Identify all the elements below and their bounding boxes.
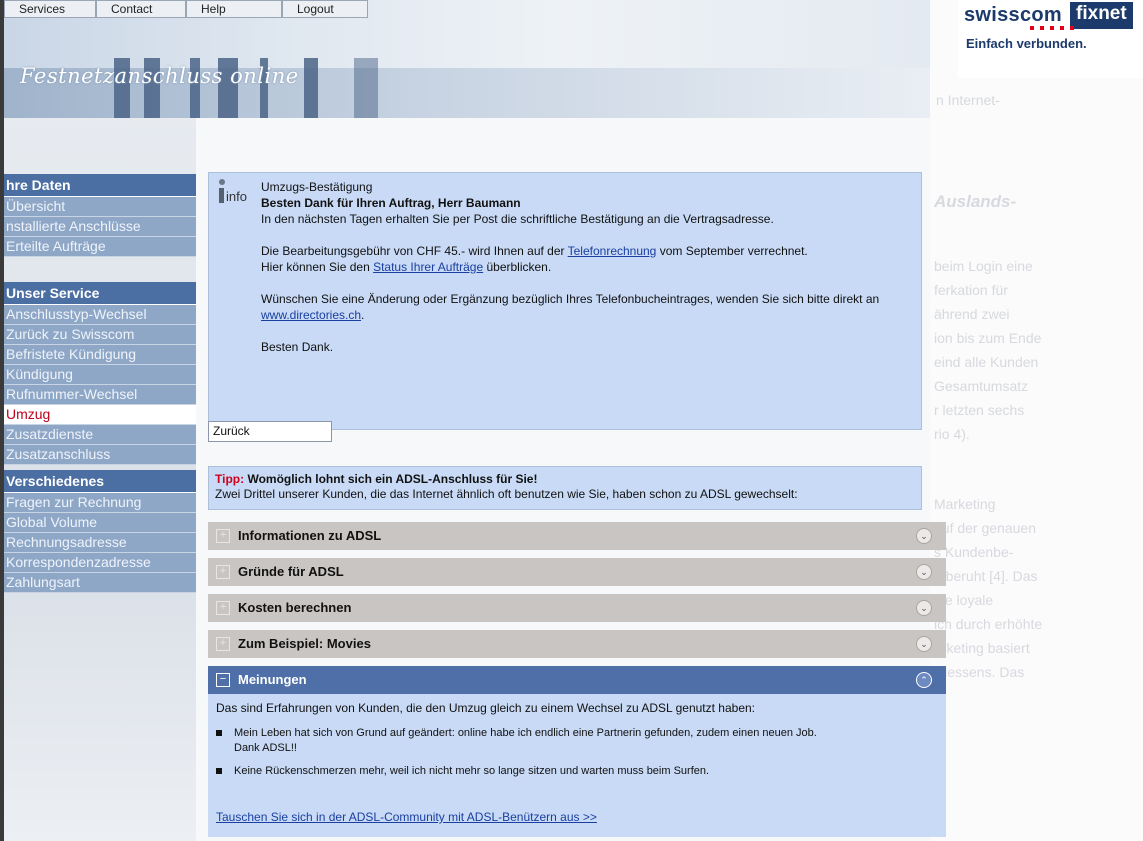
sidebar-item-billing-address[interactable]: Rechnungsadresse — [4, 533, 196, 553]
sidebar: hre Daten Übersicht nstallierte Anschlüs… — [4, 118, 196, 841]
collapse-icon: − — [216, 673, 230, 687]
sidebar-item-payment-method[interactable]: Zahlungsart — [4, 573, 196, 593]
sidebar-group-misc: Verschiedenes Fragen zur Rechnung Global… — [4, 470, 196, 593]
chevron-down-icon: ⌄ — [916, 636, 932, 652]
accordion-label: Kosten berechnen — [238, 600, 352, 615]
ghost-text: Gesamtumsatz — [934, 378, 1029, 394]
ghost-text: wiessens. Das — [934, 664, 1025, 680]
sidebar-group-service: Unser Service Anschlusstyp-Wechsel Zurüc… — [4, 282, 196, 465]
ghost-text: n beruht [4]. Das — [934, 568, 1038, 584]
directories-link[interactable]: www.directories.ch — [261, 308, 361, 322]
sidebar-item-temporary-cancellation[interactable]: Befristete Kündigung — [4, 345, 196, 365]
accordion-opinions[interactable]: − Meinungen ⌃ — [208, 666, 946, 694]
banner-decor — [304, 58, 318, 118]
opinions-intro: Das sind Erfahrungen von Kunden, die den… — [216, 701, 755, 715]
ghost-text: arketing basiert — [934, 640, 1030, 656]
chevron-down-icon: ⌄ — [916, 528, 932, 544]
chevron-up-icon: ⌃ — [916, 672, 932, 688]
sidebar-item-billing-questions[interactable]: Fragen zur Rechnung — [4, 493, 196, 513]
sidebar-item-move[interactable]: Umzug — [4, 405, 196, 425]
ghost-text: ferkation für — [934, 282, 1008, 298]
logo-tagline: Einfach verbunden. — [966, 36, 1087, 51]
opinions-list: Mein Leben hat sich von Grund auf geände… — [216, 726, 826, 787]
chevron-down-icon: ⌄ — [916, 600, 932, 616]
chevron-down-icon: ⌄ — [916, 564, 932, 580]
expand-icon: + — [216, 565, 230, 579]
accordion-cost-calculator[interactable]: + Kosten berechnen ⌄ — [208, 594, 946, 622]
closing-text: Besten Dank. — [261, 340, 334, 354]
expand-icon: + — [216, 601, 230, 615]
expand-icon: + — [216, 637, 230, 651]
confirmation-heading: Umzugs-Bestätigung — [261, 180, 373, 194]
ghost-text: Marketing — [934, 496, 996, 512]
sidebar-item-installed-connections[interactable]: nstallierte Anschlüsse — [4, 217, 196, 237]
accordion-label: Meinungen — [238, 672, 307, 687]
adsl-tip-panel: Tipp: Womöglich lohnt sich ein ADSL-Ansc… — [208, 466, 922, 510]
back-button[interactable]: Zurück — [208, 421, 332, 442]
expand-icon: + — [216, 529, 230, 543]
accordion-label: Zum Beispiel: Movies — [238, 636, 371, 651]
confirmation-text: Umzugs-Bestätigung Besten Dank für Ihren… — [261, 179, 911, 355]
background-magazine-text: n Internet- Auslands- beim Login eine fe… — [930, 0, 1143, 841]
confirmation-thanks: Besten Dank für Ihren Auftrag, Herr Baum… — [261, 196, 521, 210]
sidebar-group-title: Unser Service — [4, 282, 196, 305]
phone-bill-link[interactable]: Telefonrechnung — [568, 244, 657, 258]
move-confirmation-panel: info Umzugs-Bestätigung Besten Dank für … — [208, 172, 922, 430]
accordion-movies-example[interactable]: + Zum Beispiel: Movies ⌄ — [208, 630, 946, 658]
list-item: Keine Rückenschmerzen mehr, weil ich nic… — [216, 764, 826, 779]
directory-paragraph: Wünschen Sie eine Änderung oder Ergänzun… — [261, 292, 880, 322]
list-item: Mein Leben hat sich von Grund auf geände… — [216, 726, 826, 756]
sidebar-item-overview[interactable]: Übersicht — [4, 197, 196, 217]
top-navigation: Services Contact Help Logout — [4, 0, 368, 18]
accordion-adsl-reasons[interactable]: + Gründe für ADSL ⌄ — [208, 558, 946, 586]
nav-contact-link[interactable]: Contact — [96, 0, 186, 18]
sidebar-group-title: hre Daten — [4, 174, 196, 197]
sidebar-item-connection-type-change[interactable]: Anschlusstyp-Wechsel — [4, 305, 196, 325]
logo-bars — [1030, 26, 1080, 30]
status-paragraph: Hier können Sie den Status Ihrer Aufträg… — [261, 260, 552, 274]
tip-headline: Womöglich lohnt sich ein ADSL-Anschluss … — [247, 472, 538, 486]
fee-paragraph: Die Bearbeitungsgebühr von CHF 45.- wird… — [261, 244, 808, 258]
sidebar-item-additional-connection[interactable]: Zusatzanschluss — [4, 445, 196, 465]
main-content: info Umzugs-Bestätigung Besten Dank für … — [196, 118, 946, 841]
ghost-text: ich durch erhöhte — [934, 616, 1043, 632]
ghost-text: Auslands- — [934, 192, 1017, 211]
sidebar-group-data: hre Daten Übersicht nstallierte Anschlüs… — [4, 174, 196, 257]
sidebar-item-correspondence-address[interactable]: Korrespondenzadresse — [4, 553, 196, 573]
ghost-text: ährend zwei — [934, 306, 1010, 322]
nav-help-link[interactable]: Help — [186, 0, 282, 18]
tip-label: Tipp: — [215, 472, 245, 486]
swisscom-fixnet-logo: swisscom fixnet Einfach verbunden. — [958, 0, 1143, 78]
accordion-label: Informationen zu ADSL — [238, 528, 382, 543]
tip-text: Zwei Drittel unserer Kunden, die das Int… — [215, 487, 798, 501]
ghost-text: eind alle Kunden — [934, 354, 1039, 370]
ghost-text: n Internet- — [936, 92, 1000, 108]
sidebar-group-title: Verschiedenes — [4, 470, 196, 493]
app-title: Festnetzanschluss online — [20, 64, 299, 88]
banner-decor — [354, 58, 378, 118]
nav-services-link[interactable]: Services — [4, 0, 96, 18]
sidebar-item-orders[interactable]: Erteilte Aufträge — [4, 237, 196, 257]
opinions-panel: Das sind Erfahrungen von Kunden, die den… — [208, 694, 946, 837]
logo-fixnet-text: fixnet — [1070, 2, 1133, 29]
info-icon: info — [215, 179, 255, 213]
confirmation-line: In den nächsten Tagen erhalten Sie per P… — [261, 212, 774, 226]
ghost-text: auf der genauen — [934, 520, 1036, 536]
sidebar-item-back-to-swisscom[interactable]: Zurück zu Swisscom — [4, 325, 196, 345]
adsl-community-link[interactable]: Tauschen Sie sich in der ADSL-Community … — [216, 810, 597, 824]
sidebar-item-additional-services[interactable]: Zusatzdienste — [4, 425, 196, 445]
ghost-text: rio 4). — [934, 426, 970, 442]
ghost-text: r letzten sechs — [934, 402, 1025, 418]
sidebar-item-cancellation[interactable]: Kündigung — [4, 365, 196, 385]
sidebar-item-global-volume[interactable]: Global Volume — [4, 513, 196, 533]
accordion-label: Gründe für ADSL — [238, 564, 344, 579]
accordion-adsl-info[interactable]: + Informationen zu ADSL ⌄ — [208, 522, 946, 550]
logo-swisscom-text: swisscom — [964, 4, 1063, 26]
ghost-text: ion bis zum Ende — [934, 330, 1042, 346]
nav-logout-link[interactable]: Logout — [282, 0, 368, 18]
sidebar-item-number-change[interactable]: Rufnummer-Wechsel — [4, 385, 196, 405]
order-status-link[interactable]: Status Ihrer Aufträge — [373, 260, 483, 274]
ghost-text: beim Login eine — [934, 258, 1033, 274]
